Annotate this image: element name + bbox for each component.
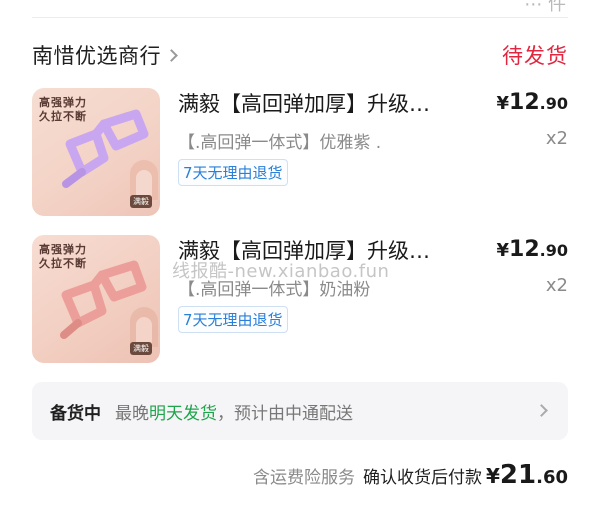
shipping-description: 最晚明天发货，预计由中通配送	[115, 399, 353, 424]
shop-link[interactable]: 南惜优选商行	[32, 40, 178, 70]
product-title[interactable]: 满毅【高回弹加厚】升级…	[178, 88, 478, 118]
product-price: ¥12.90	[497, 90, 569, 115]
product-quantity: x2	[545, 128, 568, 149]
stock-status: 备货中	[50, 403, 101, 424]
return-policy-badge: 7天无理由退货	[178, 159, 288, 186]
shop-name: 南惜优选商行	[32, 44, 161, 68]
shipping-status-bar[interactable]: 备货中 最晚明天发货，预计由中通配送	[32, 382, 568, 440]
total-symbol: ¥	[486, 464, 500, 488]
order-item[interactable]: 高强弹力 久拉不断 满毅 满毅【高回弹加厚】升级… ¥12.90 【.高回弹一体…	[32, 88, 568, 216]
price-symbol: ¥	[496, 240, 510, 261]
order-item[interactable]: 高强弹力 久拉不断 满毅 满毅【高回弹加厚】升级… ¥12.90 【.高回弹一体…	[32, 235, 568, 363]
product-price: ¥12.90	[497, 237, 569, 262]
product-image[interactable]: 高强弹力 久拉不断 满毅	[32, 235, 160, 363]
product-quantity: x2	[545, 275, 568, 296]
product-brand-tag: 满毅	[130, 195, 152, 208]
payment-label: 确认收货后付款	[363, 468, 482, 488]
shop-header: 南惜优选商行 待发货	[32, 38, 568, 72]
order-total: 含运费险服务 确认收货后付款 ¥21.60	[253, 460, 568, 500]
watermark-text: 线报酷-new.xianbao.fun	[172, 261, 390, 282]
total-integer: 21	[499, 460, 537, 490]
return-policy-badge: 7天无理由退货	[178, 306, 288, 333]
price-decimal: .90	[539, 94, 568, 113]
chevron-right-icon	[535, 404, 548, 417]
shipping-insurance-label[interactable]: 含运费险服务	[253, 463, 355, 488]
total-decimal: .60	[536, 467, 568, 488]
previous-card-peek: ⋯ 件	[524, 0, 566, 15]
chevron-right-icon	[165, 48, 178, 62]
price-symbol: ¥	[496, 93, 510, 114]
shipping-desc-highlight: 明天发货	[149, 403, 217, 424]
shipping-desc-suffix: ，预计由中通配送	[217, 403, 353, 424]
price-integer: 12	[509, 90, 540, 115]
price-integer: 12	[509, 237, 540, 262]
shipping-desc-prefix: 最晚	[115, 403, 149, 424]
product-image[interactable]: 高强弹力 久拉不断 满毅	[32, 88, 160, 216]
divider	[32, 17, 568, 18]
product-brand-tag: 满毅	[130, 342, 152, 355]
order-status: 待发货	[502, 44, 568, 68]
product-spec: 【.高回弹一体式】优雅紫 .	[178, 133, 382, 153]
price-decimal: .90	[539, 241, 568, 260]
order-card: ⋯ 件 南惜优选商行 待发货 高强弹力 久拉不断 满毅 满毅【高回弹加厚】升级……	[0, 0, 600, 508]
